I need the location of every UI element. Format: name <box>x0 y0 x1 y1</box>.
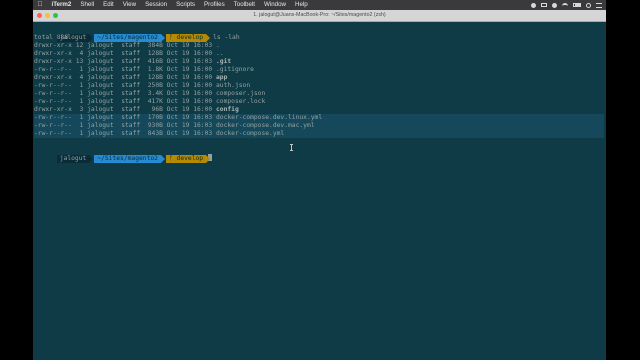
menu-profiles[interactable]: Profiles <box>200 0 230 10</box>
menu-shell[interactable]: Shell <box>76 0 99 10</box>
file-name: docker-compose.dev.mac.yml <box>215 122 315 129</box>
menu-window[interactable]: Window <box>260 0 291 10</box>
file-name: composer.json <box>215 90 266 97</box>
notification-center-icon[interactable] <box>596 2 602 8</box>
prompt-branch-name: develop <box>176 34 204 41</box>
sync-icon[interactable] <box>552 2 557 8</box>
file-meta: -rw-r--r-- 1 jalogut staff 417K Oct 19 1… <box>34 98 216 105</box>
branch-icon: ᚠ <box>168 34 173 41</box>
prompt-branch-name: develop <box>176 154 204 162</box>
file-meta: drwxr-xr-x 3 jalogut staff 96B Oct 19 16… <box>34 106 216 113</box>
menu-bar:  iTerm2 Shell Edit View Session Scripts… <box>33 0 606 10</box>
listing-row: -rw-r--r-- 1 jalogut staff 3.4K Oct 19 1… <box>34 90 265 98</box>
menu-help[interactable]: Help <box>291 0 313 10</box>
file-name: . <box>215 42 220 49</box>
listing-row: drwxr-xr-x 3 jalogut staff 96B Oct 19 16… <box>34 106 239 114</box>
listing-row: drwxr-xr-x 12 jalogut staff 384B Oct 19 … <box>34 42 220 50</box>
file-name: .. <box>215 50 224 57</box>
menu-edit[interactable]: Edit <box>99 0 119 10</box>
battery-icon[interactable] <box>573 3 581 7</box>
spotlight-search-icon[interactable] <box>586 2 591 8</box>
file-meta: -rw-r--r-- 1 jalogut staff 170B Oct 19 1… <box>34 114 216 121</box>
listing-row: -rw-r--r-- 1 jalogut staff 843B Oct 19 1… <box>34 130 604 138</box>
file-meta: drwxr-xr-x 13 jalogut staff 416B Oct 19 … <box>34 58 216 65</box>
listing-row: drwxr-xr-x 4 jalogut staff 128B Oct 19 1… <box>34 74 227 82</box>
file-name: docker-compose.yml <box>215 130 285 137</box>
prompt-line-current: jalogut ~/Sites/magento2 ᚠ develop <box>34 146 213 163</box>
prompt-path: ~/Sites/magento2 <box>94 34 165 42</box>
menu-view[interactable]: View <box>118 0 140 10</box>
record-icon[interactable] <box>531 2 536 8</box>
file-meta: -rw-r--r-- 1 jalogut staff 843B Oct 19 1… <box>34 130 216 137</box>
terminal-content[interactable]: jalogut ~/Sites/magento2 ᚠ develop ls -lah … <box>33 24 606 360</box>
file-meta: drwxr-xr-x 12 jalogut staff 384B Oct 19 … <box>34 42 216 49</box>
menu-toolbelt[interactable]: Toolbelt <box>229 0 259 10</box>
wifi-icon[interactable] <box>562 2 568 8</box>
branch-icon: ᚠ <box>168 154 173 162</box>
file-meta: -rw-r--r-- 1 jalogut staff 930B Oct 19 1… <box>34 122 216 129</box>
menu-scripts[interactable]: Scripts <box>172 0 200 10</box>
window-titlebar[interactable]: 1. jalogut@Juans-MacBook-Pro: ~/Sites/ma… <box>33 10 606 22</box>
file-name: .git <box>215 58 232 65</box>
listing-row: -rw-r--r-- 1 jalogut staff 930B Oct 19 1… <box>34 122 604 130</box>
command-text: ls -lah <box>213 34 240 41</box>
mouse-ibeam-cursor <box>290 144 293 151</box>
file-name: composer.lock <box>215 98 266 105</box>
status-icons <box>531 2 606 8</box>
listing-row: drwxr-xr-x 4 jalogut staff 128B Oct 19 1… <box>34 50 224 58</box>
file-meta: drwxr-xr-x 4 jalogut staff 128B Oct 19 1… <box>34 74 216 81</box>
listing-row: -rw-r--r-- 1 jalogut staff 250B Oct 19 1… <box>34 82 250 90</box>
file-meta: -rw-r--r-- 1 jalogut staff 1.8K Oct 19 1… <box>34 66 216 73</box>
file-name: config <box>215 106 239 113</box>
listing-row: -rw-r--r-- 1 jalogut staff 1.8K Oct 19 1… <box>34 66 254 74</box>
prompt-branch: ᚠ develop <box>165 154 211 163</box>
terminal-window: 1. jalogut@Juans-MacBook-Pro: ~/Sites/ma… <box>33 10 606 360</box>
listing-row: -rw-r--r-- 1 jalogut staff 170B Oct 19 1… <box>34 114 604 122</box>
prompt-user: jalogut <box>56 154 93 163</box>
file-meta: -rw-r--r-- 1 jalogut staff 3.4K Oct 19 1… <box>34 90 216 97</box>
screen-icon[interactable] <box>541 3 547 7</box>
prompt-path: ~/Sites/magento2 <box>94 154 165 163</box>
apple-menu-icon[interactable]:  <box>33 0 47 10</box>
file-name: docker-compose.dev.linux.yml <box>215 114 323 121</box>
prompt-branch: ᚠ develop <box>165 34 211 42</box>
window-title: 1. jalogut@Juans-MacBook-Pro: ~/Sites/ma… <box>253 12 386 18</box>
file-name: .gitignore <box>215 66 254 73</box>
menu-app-name[interactable]: iTerm2 <box>47 0 76 10</box>
total-line: total 888 <box>34 34 69 41</box>
listing-row: drwxr-xr-x 13 jalogut staff 416B Oct 19 … <box>34 58 231 66</box>
file-name: auth.json <box>215 82 251 89</box>
listing-row: -rw-r--r-- 1 jalogut staff 417K Oct 19 1… <box>34 98 265 106</box>
file-meta: -rw-r--r-- 1 jalogut staff 250B Oct 19 1… <box>34 82 216 89</box>
prompt-line: jalogut ~/Sites/magento2 ᚠ develop ls -lah <box>34 26 240 42</box>
file-name: app <box>215 74 228 81</box>
menu-session[interactable]: Session <box>141 0 172 10</box>
file-meta: drwxr-xr-x 4 jalogut staff 128B Oct 19 1… <box>34 50 216 57</box>
